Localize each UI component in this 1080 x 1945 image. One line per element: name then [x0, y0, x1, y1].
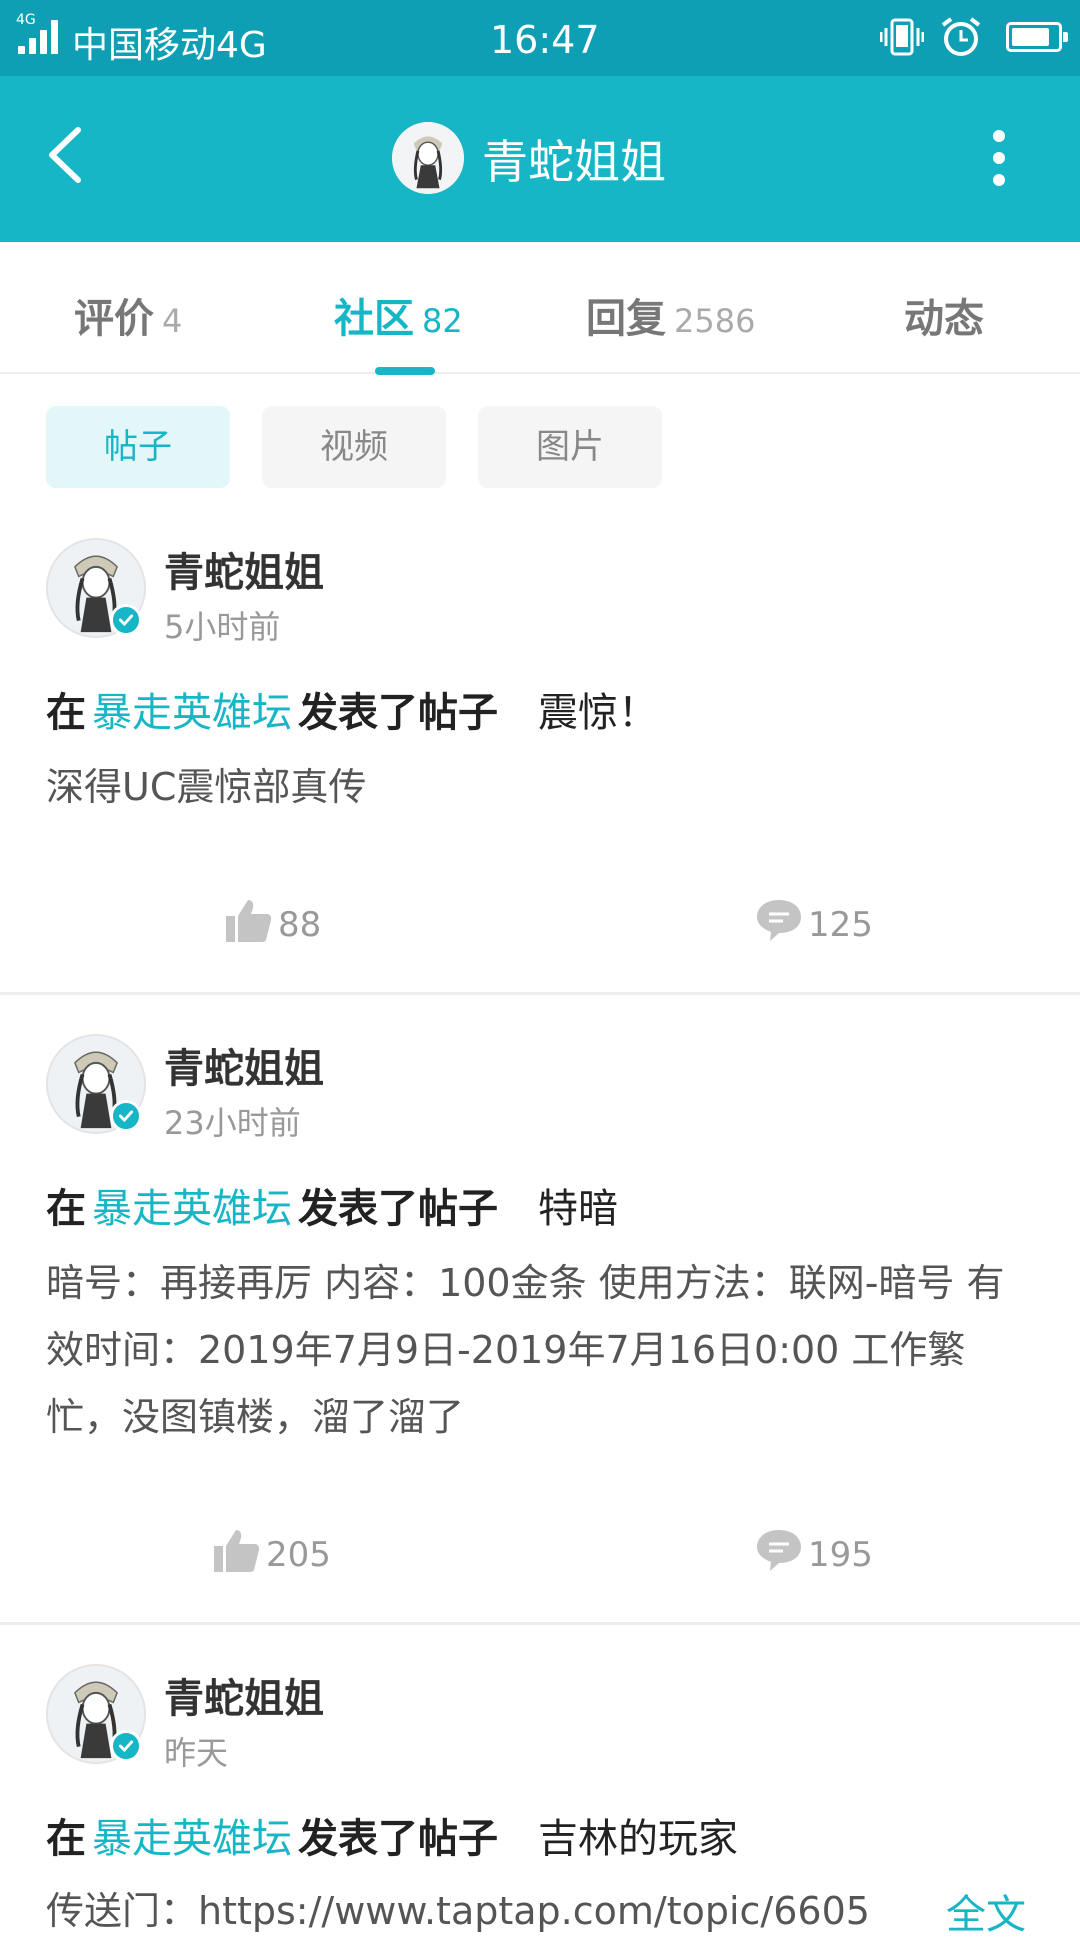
clock: 16:47 — [490, 18, 600, 62]
post-headline: 在暴走英雄坛 发表了帖子 特暗 — [46, 1186, 618, 1232]
filter-images[interactable]: 图片 — [478, 406, 662, 488]
verified-check-icon — [110, 1730, 142, 1762]
battery-icon — [1006, 22, 1068, 52]
app-header: 青蛇姐姐 — [0, 76, 1080, 242]
tab-indicator — [375, 367, 435, 375]
forum-link[interactable]: 暴走英雄坛 — [92, 1186, 292, 1232]
vibrate-icon — [880, 18, 924, 56]
signal-icon — [18, 18, 62, 54]
post-body: 传送门：https://www.taptap.com/topic/6605 — [46, 1889, 870, 1933]
post-headline: 在暴走英雄坛 发表了帖子 吉林的玩家 — [46, 1816, 738, 1862]
filter-posts[interactable]: 帖子 — [46, 406, 230, 488]
read-more-link[interactable]: 全文 — [946, 1882, 1026, 1940]
post-body: 暗号：再接再厉 内容：100金条 使用方法：联网-暗号 有效时间：2019年7月… — [46, 1261, 1005, 1439]
avatar-illustration — [392, 122, 464, 194]
thumbs-up-icon — [226, 900, 272, 942]
header-title: 青蛇姐姐 — [482, 135, 666, 189]
more-vertical-icon — [993, 130, 1005, 142]
post-divider — [0, 992, 1080, 995]
header-avatar[interactable] — [392, 122, 464, 194]
post-time: 23小时前 — [164, 1104, 301, 1142]
author-name[interactable]: 青蛇姐姐 — [164, 540, 324, 598]
status-bar: 4G 中国移动4G 16:47 — [0, 0, 1080, 76]
post-body: 深得UC震惊部真传 — [46, 765, 367, 809]
comment-bubble-icon — [757, 1530, 801, 1571]
post-title: 吉林的玩家 — [538, 1816, 738, 1862]
post-title: 特暗 — [538, 1186, 618, 1232]
post-time: 5小时前 — [164, 608, 281, 646]
alarm-icon — [941, 17, 981, 56]
author-name[interactable]: 青蛇姐姐 — [164, 1666, 324, 1724]
thumbs-up-icon — [214, 1530, 260, 1572]
verified-check-icon — [110, 604, 142, 636]
tab-activity[interactable]: 动态 — [904, 286, 984, 344]
filter-videos[interactable]: 视频 — [262, 406, 446, 488]
tab-bar: 评价 4 社区 82 回复 2586 动态 — [0, 242, 1080, 374]
like-button[interactable]: 205 — [214, 1528, 331, 1575]
tab-reviews[interactable]: 评价 4 — [74, 286, 182, 344]
more-options-button[interactable] — [984, 124, 1014, 190]
comment-button[interactable]: 125 — [756, 898, 873, 945]
forum-link[interactable]: 暴走英雄坛 — [92, 690, 292, 736]
verified-check-icon — [110, 1100, 142, 1132]
tab-replies[interactable]: 回复 2586 — [586, 286, 755, 344]
carrier-name: 中国移动4G — [72, 25, 267, 66]
post-headline: 在暴走英雄坛 发表了帖子 震惊！ — [46, 690, 658, 736]
post-divider — [0, 1622, 1080, 1625]
comment-button[interactable]: 195 — [756, 1528, 873, 1575]
post-title: 震惊！ — [538, 690, 658, 736]
comment-bubble-icon — [757, 900, 801, 941]
author-name[interactable]: 青蛇姐姐 — [164, 1036, 324, 1094]
tab-community[interactable]: 社区 82 — [334, 286, 463, 344]
like-button[interactable]: 88 — [226, 898, 321, 945]
forum-link[interactable]: 暴走英雄坛 — [92, 1816, 292, 1862]
post-time: 昨天 — [164, 1734, 229, 1772]
back-button[interactable] — [36, 120, 96, 190]
